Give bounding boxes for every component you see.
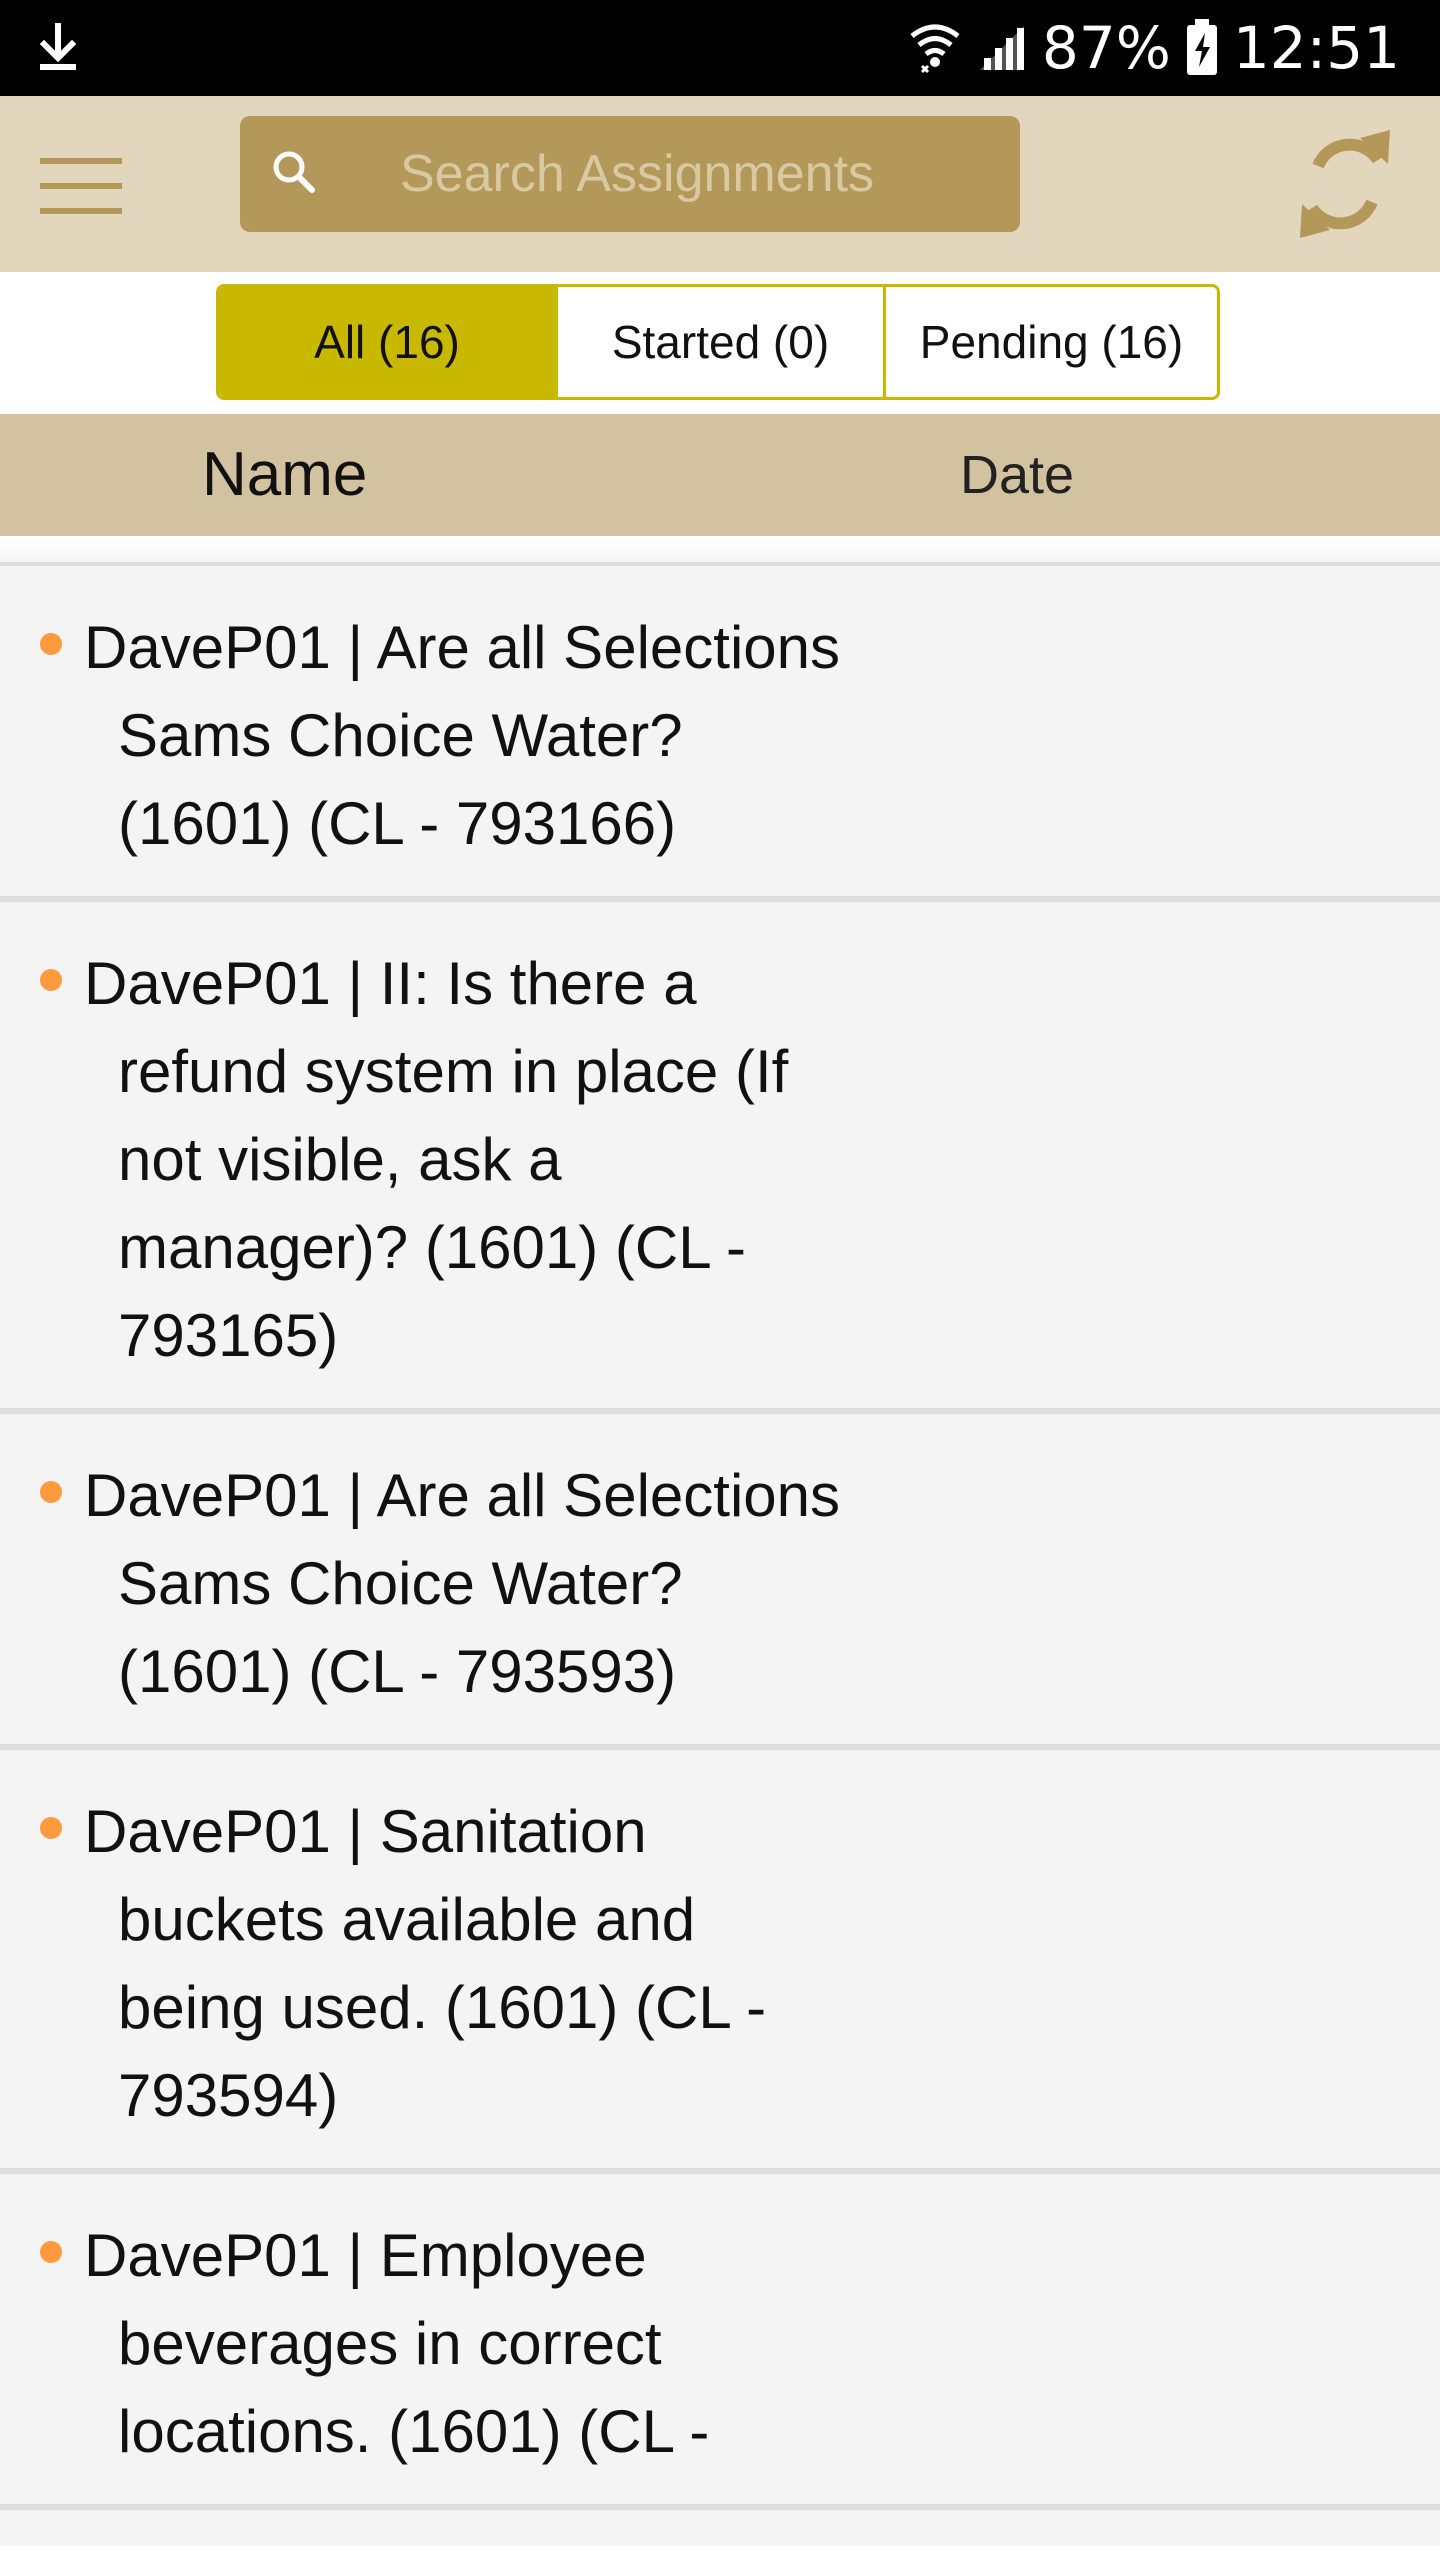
status-right: 87% 12:51: [908, 0, 1400, 96]
tab-all[interactable]: All (16): [219, 287, 555, 397]
assignment-name: DaveP01 | Employee beverages in correct …: [84, 2222, 710, 2465]
assignment-list: DaveP01 | Are all Selections Sams Choice…: [0, 566, 1440, 2546]
search-box[interactable]: [240, 116, 1020, 232]
refresh-icon[interactable]: [1290, 120, 1400, 248]
list-item[interactable]: DaveP01 | Are all Selections Sams Choice…: [0, 1414, 1440, 1750]
app-screen: 87% 12:51 Search Assignments All (16) St…: [0, 0, 1440, 2560]
filter-area: All (16) Started (0) Pending (16): [0, 272, 1440, 414]
tab-pending[interactable]: Pending (16): [883, 287, 1217, 397]
assignment-name: DaveP01 | II: Is there a refund system i…: [84, 950, 789, 1369]
hamburger-menu-icon[interactable]: [40, 156, 122, 216]
tab-started[interactable]: Started (0): [555, 287, 883, 397]
list-item[interactable]: DaveP01 | Sanitation buckets available a…: [0, 1750, 1440, 2174]
wifi-icon: [910, 24, 960, 74]
battery-percentage: 87%: [1041, 14, 1171, 82]
pending-status-dot: [40, 1817, 62, 1839]
assignment-name: DaveP01 | Are all Selections Sams Choice…: [84, 614, 841, 857]
battery-charging-icon: [1186, 19, 1217, 75]
column-header: Name Date: [0, 414, 1440, 536]
column-date-header[interactable]: Date: [960, 414, 1074, 536]
bottom-edge: [0, 2546, 1440, 2560]
clock: 12:51: [1232, 14, 1400, 82]
signal-icon: [979, 26, 1024, 70]
assignment-name: DaveP01 | Sanitation buckets available a…: [84, 1798, 767, 2129]
column-name-header[interactable]: Name: [202, 414, 367, 536]
status-bar: 87% 12:51: [0, 0, 1440, 96]
search-input[interactable]: [400, 116, 1000, 232]
assignment-name: DaveP01 | Are all Selections Sams Choice…: [84, 1462, 841, 1705]
search-icon: [273, 151, 315, 193]
pending-status-dot: [40, 1481, 62, 1503]
pending-status-dot: [40, 2241, 62, 2263]
pending-status-dot: [40, 633, 62, 655]
list-item[interactable]: DaveP01 | Employee beverages in correct …: [0, 2174, 1440, 2510]
download-icon: [39, 23, 77, 70]
list-item[interactable]: DaveP01 | Are all Selections Sams Choice…: [0, 566, 1440, 902]
pending-status-dot: [40, 969, 62, 991]
filter-tabs: All (16) Started (0) Pending (16): [216, 284, 1220, 400]
list-item[interactable]: DaveP01 | II: Is there a refund system i…: [0, 902, 1440, 1414]
app-toolbar: [0, 96, 1440, 272]
